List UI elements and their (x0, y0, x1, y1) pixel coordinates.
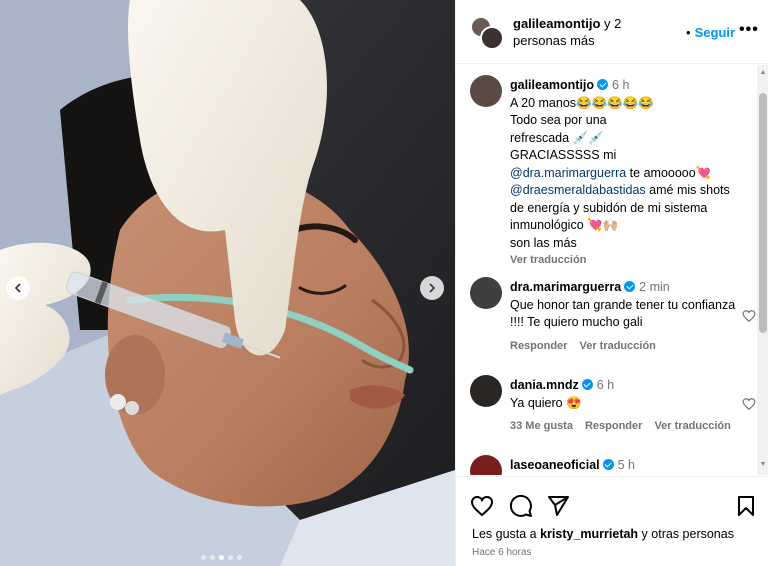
caption-line: @dra.marimarguerra te amooooo💘 (510, 165, 742, 183)
comment-username[interactable]: dania.mndz (510, 378, 579, 392)
heart-icon[interactable] (742, 309, 756, 323)
caption-line: son las más (510, 235, 577, 250)
caption-line: GRACIASSSSS mi (510, 148, 617, 162)
avatar[interactable] (470, 75, 502, 107)
carousel-dot-active (219, 555, 224, 560)
post-photo[interactable] (0, 0, 455, 566)
scroll-down-icon[interactable]: ▼ (759, 461, 767, 471)
post-header: galileamontijo y 2 personas más • Seguir … (456, 0, 768, 64)
avatar (480, 26, 504, 50)
comment-text: Que honor tan grande tener tu confianza … (510, 297, 736, 330)
bookmark-icon[interactable] (734, 494, 758, 518)
mention-link[interactable]: @dra.marimarguerra (510, 166, 626, 180)
caption-text: te amooooo💘 (626, 165, 712, 180)
chevron-left-icon (14, 283, 21, 293)
likes-summary[interactable]: Les gusta a kristy_murrietah y otras per… (472, 527, 734, 541)
caption-line: A 20 manos😂😂😂😂😂 (510, 95, 654, 110)
reply-button[interactable]: Responder (585, 418, 642, 436)
scrollbar-thumb[interactable] (759, 93, 767, 333)
carousel-prev-button[interactable] (6, 276, 30, 300)
likes-count[interactable]: 33 Me gusta (510, 418, 573, 436)
likes-suffix[interactable]: y otras personas (638, 527, 734, 541)
scroll-up-icon[interactable]: ▲ (759, 69, 767, 79)
carousel-dot (228, 555, 233, 560)
heart-icon[interactable] (470, 494, 494, 518)
comment-icon[interactable] (509, 494, 533, 518)
comments-list[interactable]: galileamontijo 6 h A 20 manos😂😂😂😂😂 Todo s… (456, 65, 768, 475)
comment-text: Ya quiero 😍 (510, 395, 582, 410)
translate-link[interactable]: Ver traducción (654, 418, 730, 436)
comment-username[interactable]: dra.marimarguerra (510, 280, 621, 294)
comment-username[interactable]: laseoaneoficial (510, 458, 600, 472)
caption-line: refrescada 💉💉 (510, 130, 604, 145)
caption-time[interactable]: 6 h (612, 78, 629, 92)
reply-button[interactable]: Responder (510, 338, 567, 356)
share-icon[interactable] (546, 494, 570, 518)
caption-username[interactable]: galileamontijo (510, 78, 594, 92)
avatar[interactable] (470, 455, 502, 475)
chevron-right-icon (429, 283, 436, 293)
translate-link[interactable]: Ver traducción (579, 338, 655, 356)
carousel-dot (210, 555, 215, 560)
carousel-dot (201, 555, 206, 560)
post-actions: Les gusta a kristy_murrietah y otras per… (456, 476, 768, 566)
verified-badge-icon (597, 79, 609, 90)
caption-line: Todo sea por una (510, 113, 607, 127)
avatar[interactable] (470, 375, 502, 407)
heart-icon[interactable] (742, 397, 756, 411)
follow-separator: • (686, 25, 691, 40)
carousel-dots (201, 555, 242, 560)
author-username[interactable]: galileamontijo (513, 16, 600, 31)
likes-user[interactable]: kristy_murrietah (540, 527, 638, 541)
verified-badge-icon (624, 281, 636, 292)
post-author[interactable]: galileamontijo y 2 personas más (513, 15, 653, 49)
comment-time[interactable]: 5 h (618, 458, 635, 472)
follow-button[interactable]: • Seguir (686, 25, 735, 40)
likes-prefix: Les gusta a (472, 527, 541, 541)
mention-link[interactable]: @draesmeraldabastidas (510, 183, 646, 197)
verified-badge-icon (602, 459, 614, 470)
collab-avatars[interactable] (470, 16, 504, 50)
more-options-icon[interactable]: ••• (739, 21, 759, 39)
post-sidebar: galileamontijo y 2 personas más • Seguir … (455, 0, 768, 566)
caption-line: @draesmeraldabastidas amé mis shots de e… (510, 182, 742, 235)
verified-badge-icon (581, 379, 593, 390)
comment-time[interactable]: 2 min (639, 280, 670, 294)
photo-illustration (0, 0, 455, 566)
translate-link[interactable]: Ver traducción (510, 252, 586, 270)
post-time[interactable]: Hace 6 horas (472, 547, 531, 558)
carousel-next-button[interactable] (420, 276, 444, 300)
comments-scrollbar[interactable]: ▲ ▼ (757, 65, 768, 475)
avatar[interactable] (470, 277, 502, 309)
carousel-dot (237, 555, 242, 560)
follow-label: Seguir (694, 25, 736, 40)
comment-time[interactable]: 6 h (597, 378, 614, 392)
